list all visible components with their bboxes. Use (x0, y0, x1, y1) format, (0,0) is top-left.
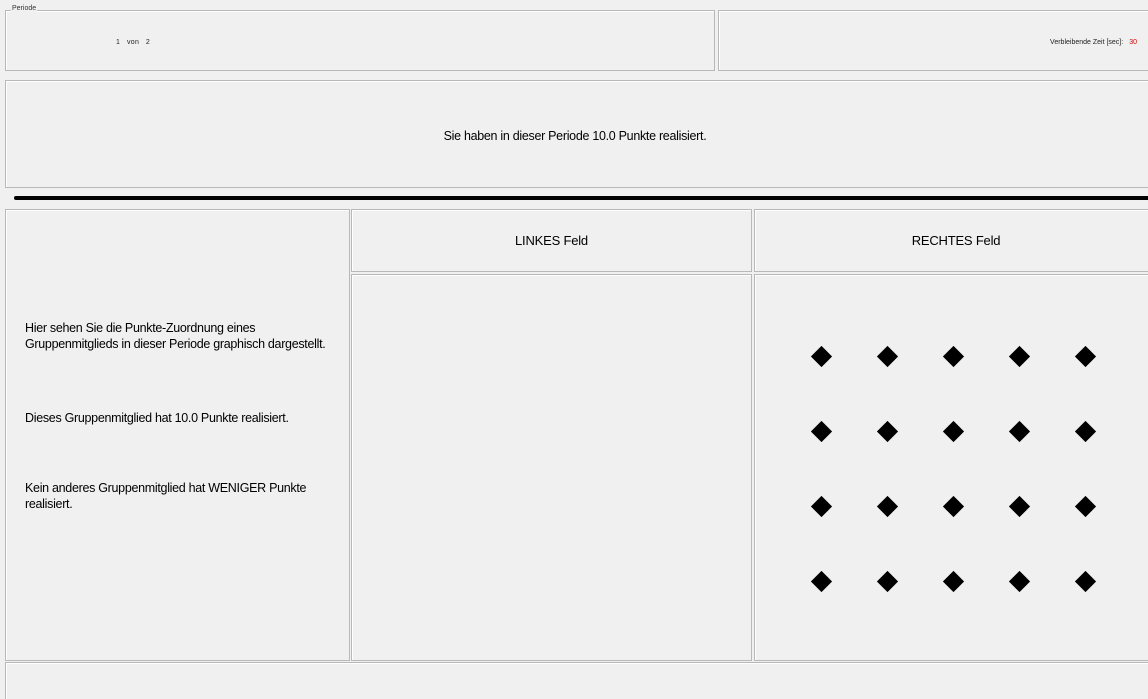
info-points: Dieses Gruppenmitglied hat 10.0 Punkte r… (25, 411, 289, 425)
period-panel: Periode 1 von 2 (5, 4, 715, 71)
left-field-header: LINKES Feld (351, 209, 752, 272)
left-points-grid (407, 345, 737, 645)
right-point-diamond (876, 345, 899, 368)
right-point-diamond (1074, 570, 1097, 593)
right-point-diamond (810, 495, 833, 518)
right-point-diamond (1074, 345, 1097, 368)
right-point-diamond (810, 420, 833, 443)
info-rank: Kein anderes Gruppenmitglied hat WENIGER… (25, 481, 307, 511)
message-panel: Sie haben in dieser Periode 10.0 Punkte … (5, 80, 1148, 188)
bottom-panel (5, 662, 1148, 699)
divider-line (14, 196, 1148, 200)
info-description: Hier sehen Sie die Punkte-Zuordnung eine… (25, 321, 326, 351)
info-panel: Hier sehen Sie die Punkte-Zuordnung eine… (5, 209, 350, 661)
right-point-diamond (1074, 495, 1097, 518)
period-total: 2 (145, 39, 151, 46)
left-field (351, 274, 752, 661)
right-point-diamond (1008, 420, 1031, 443)
right-points-grid (810, 345, 1140, 645)
period-indicator: 1 von 2 (116, 39, 150, 46)
right-point-diamond (876, 570, 899, 593)
right-point-diamond (876, 420, 899, 443)
right-field-label: RECHTES Feld (911, 233, 1001, 248)
points-message: Sie haben in dieser Periode 10.0 Punkte … (443, 128, 707, 143)
right-field-header: RECHTES Feld (754, 209, 1148, 272)
right-point-diamond (942, 570, 965, 593)
experiment-screen: Periode 1 von 2 Verbleibende Zeit [sec]:… (0, 0, 1148, 699)
right-point-diamond (1008, 345, 1031, 368)
right-point-diamond (876, 495, 899, 518)
left-field-label: LINKES Feld (515, 233, 588, 248)
right-point-diamond (1008, 570, 1031, 593)
right-point-diamond (1074, 420, 1097, 443)
right-point-diamond (942, 420, 965, 443)
right-point-diamond (1008, 495, 1031, 518)
period-separator: von (126, 39, 140, 46)
right-point-diamond (810, 345, 833, 368)
right-point-diamond (942, 495, 965, 518)
right-field (754, 274, 1148, 661)
remaining-time-label: Verbleibende Zeit [sec]: (1050, 39, 1124, 46)
period-current: 1 (116, 39, 121, 46)
timer-panel: Verbleibende Zeit [sec]: 30 (718, 10, 1148, 71)
period-legend: Periode (11, 4, 38, 14)
remaining-time: Verbleibende Zeit [sec]: 30 (1050, 39, 1137, 46)
right-point-diamond (942, 345, 965, 368)
remaining-time-value: 30 (1129, 39, 1137, 46)
right-point-diamond (810, 570, 833, 593)
